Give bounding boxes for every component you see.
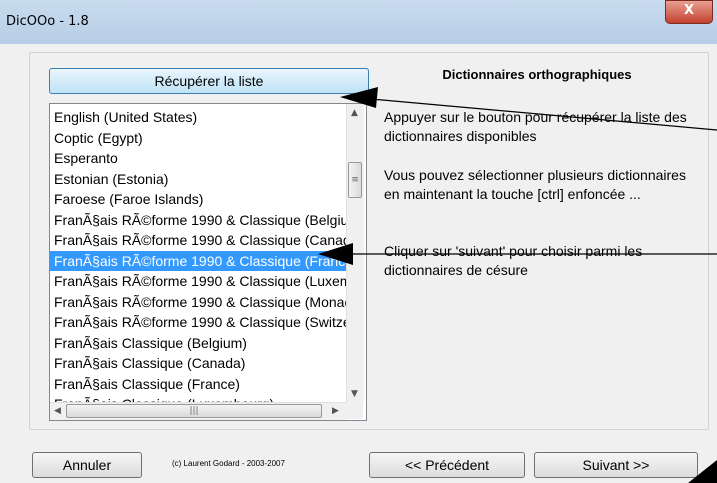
close-icon: X [683, 3, 695, 18]
previous-label: << Précédent [404, 457, 490, 473]
vertical-scroll-thumb[interactable]: ≡ [348, 162, 362, 198]
fetch-list-button[interactable]: Récupérer la liste [49, 68, 369, 94]
panel-heading: Dictionnaires orthographiques [442, 67, 632, 82]
previous-button[interactable]: << Précédent [369, 452, 525, 478]
list-item[interactable]: Faroese (Faroe Islands) [50, 189, 346, 210]
vertical-scrollbar[interactable]: ▲ ≡ ▼ [346, 104, 364, 402]
list-item[interactable]: FranÃ§ais Classique (Belgium) [50, 333, 346, 354]
up-arrow-icon[interactable]: ▲ [351, 108, 358, 118]
list-item[interactable]: FranÃ§ais RÃ©forme 1990 & Classique (Can… [50, 230, 346, 251]
next-button[interactable]: Suivant >> [534, 452, 698, 478]
list-item[interactable]: English (United States) [50, 107, 346, 128]
dictionary-listbox[interactable]: English (United States) Coptic (Egypt) Esp… [49, 103, 367, 421]
list-item[interactable]: Coptic (Egypt) [50, 128, 346, 149]
list-item[interactable]: FranÃ§ais RÃ©forme 1990 & Classique (Mon… [50, 292, 346, 313]
copyright-notice: (c) Laurent Godard - 2003-2007 [172, 459, 285, 468]
list-item[interactable]: FranÃ§ais Classique (Canada) [50, 353, 346, 374]
help-text-next: Cliquer sur 'suivant' pour choisir parmi… [384, 243, 643, 278]
list-item[interactable]: FranÃ§ais Classique (France) [50, 374, 346, 395]
fetch-list-label: Récupérer la liste [154, 73, 264, 89]
scrollbar-corner [346, 402, 363, 419]
list-item[interactable]: FranÃ§ais RÃ©forme 1990 & Classique (Fra… [50, 250, 346, 271]
window-title: DicOOo - 1.8 [6, 14, 89, 29]
left-arrow-icon[interactable]: ◀ [54, 406, 61, 416]
next-label: Suivant >> [582, 457, 650, 473]
dictionary-list[interactable]: English (United States) Coptic (Egypt) Esp… [50, 107, 346, 415]
list-item[interactable]: FranÃ§ais RÃ©forme 1990 & Classique (Swi… [50, 312, 346, 333]
help-text-fetch: Appuyer sur le bouton pour récupérer la … [384, 109, 687, 144]
horizontal-scrollbar[interactable]: ◀ ||| ▶ [50, 402, 346, 420]
list-item[interactable]: Esperanto [50, 148, 346, 169]
list-item[interactable]: FranÃ§ais RÃ©forme 1990 & Classique (Lux… [50, 271, 346, 292]
title-bar[interactable]: DicOOo - 1.8 X [0, 0, 717, 44]
help-text-multiselect: Vous pouvez sélectionner plusieurs dicti… [384, 167, 686, 202]
list-item[interactable]: FranÃ§ais RÃ©forme 1990 & Classique (Bel… [50, 210, 346, 231]
down-arrow-icon[interactable]: ▼ [351, 389, 358, 399]
list-item[interactable]: Estonian (Estonia) [50, 169, 346, 190]
right-arrow-icon[interactable]: ▶ [332, 406, 339, 416]
horizontal-scroll-thumb[interactable]: ||| [66, 404, 322, 418]
cancel-button[interactable]: Annuler [32, 452, 142, 478]
close-button[interactable]: X [665, 0, 713, 24]
cancel-label: Annuler [62, 457, 112, 473]
dialog-window: DicOOo - 1.8 X Récupérer la liste Englis… [0, 0, 717, 483]
